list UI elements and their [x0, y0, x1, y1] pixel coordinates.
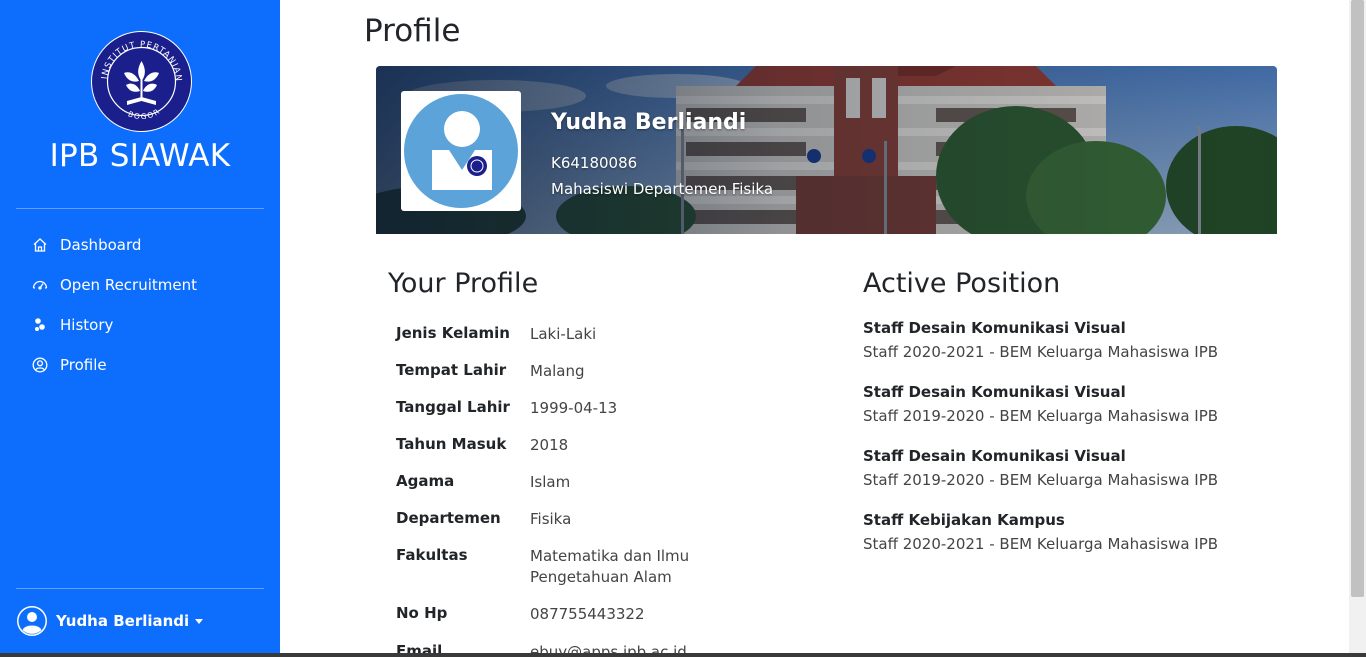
- user-menu-toggle[interactable]: Yudha Berliandi: [16, 605, 204, 637]
- field-value: 087755443322: [530, 605, 645, 623]
- sidebar-item-profile[interactable]: Profile: [16, 345, 264, 385]
- field-value: Fisika: [530, 510, 572, 528]
- field-label: Agama: [396, 472, 455, 490]
- page-title: Profile: [364, 13, 461, 49]
- position-title: Staff Desain Komunikasi Visual: [863, 319, 1126, 337]
- list-item: Staff Desain Komunikasi Visual Staff 201…: [863, 446, 1263, 490]
- app-brand: IPB SIAWAK: [49, 138, 231, 174]
- sidebar-divider: [16, 588, 264, 589]
- sidebar-item-history[interactable]: History: [16, 305, 264, 345]
- sidebar-item-label: Dashboard: [60, 236, 142, 254]
- position-title: Staff Desain Komunikasi Visual: [863, 383, 1126, 401]
- field-label: No Hp: [396, 604, 448, 622]
- page-scrollbar[interactable]: [1349, 0, 1366, 657]
- position-subtitle: Staff 2020-2021 - BEM Keluarga Mahasiswa…: [863, 535, 1219, 553]
- sidebar-item-label: Profile: [60, 356, 107, 374]
- field-value: 2018: [530, 436, 569, 454]
- field-label: Jenis Kelamin: [396, 324, 510, 342]
- position-subtitle: Staff 2019-2020 - BEM Keluarga Mahasiswa…: [863, 407, 1219, 425]
- sidebar-nav: Dashboard Open Recruitment History Profi…: [16, 225, 264, 385]
- user-avatar-icon: [17, 606, 47, 636]
- profile-photo: [401, 91, 521, 211]
- sidebar-item-label: Open Recruitment: [60, 276, 198, 294]
- position-title: Staff Desain Komunikasi Visual: [863, 447, 1126, 465]
- field-value: Islam: [530, 473, 571, 491]
- sidebar: INSTITUT PERTANIAN BOGOR IPB SIAWAK Dash…: [0, 0, 280, 657]
- field-value: 1999-04-13: [530, 399, 618, 417]
- banner-department: Mahasiswi Departemen Fisika: [551, 180, 774, 198]
- position-subtitle: Staff 2020-2021 - BEM Keluarga Mahasiswa…: [863, 343, 1219, 361]
- list-item: Staff Desain Komunikasi Visual Staff 201…: [863, 382, 1263, 426]
- active-position-heading: Active Position: [863, 268, 1061, 299]
- sidebar-divider: [16, 208, 264, 209]
- field-label: Tahun Masuk: [396, 435, 507, 453]
- field-value: Malang: [530, 362, 585, 380]
- field-label: Fakultas: [396, 546, 468, 564]
- list-item: Staff Kebijakan Kampus Staff 2020-2021 -…: [863, 510, 1263, 554]
- sidebar-item-label: History: [60, 316, 114, 334]
- banner-user-name: Yudha Berliandi: [551, 110, 747, 135]
- person-circle-icon: [32, 357, 48, 373]
- your-profile-heading: Your Profile: [388, 268, 539, 299]
- scrollbar-thumb[interactable]: [1351, 0, 1364, 597]
- speedometer-icon: [32, 280, 48, 290]
- field-value: Matematika dan Ilmu Pengetahuan Alam: [530, 547, 690, 586]
- sidebar-item-open-recruitment[interactable]: Open Recruitment: [16, 265, 264, 305]
- ipb-logo: INSTITUT PERTANIAN BOGOR: [91, 31, 192, 132]
- field-label: Tanggal Lahir: [396, 398, 510, 416]
- field-label: Departemen: [396, 509, 501, 527]
- chevron-down-icon: [195, 618, 204, 624]
- user-avatar-icon: [404, 94, 518, 208]
- position-title: Staff Kebijakan Kampus: [863, 511, 1065, 529]
- home-icon: [33, 238, 47, 252]
- banner-student-id: K64180086: [551, 154, 638, 172]
- sidebar-item-dashboard[interactable]: Dashboard: [16, 225, 264, 265]
- field-value: Laki-Laki: [530, 325, 597, 343]
- history-icon: [35, 318, 45, 331]
- list-item: Staff Desain Komunikasi Visual Staff 202…: [863, 318, 1263, 362]
- field-label: Tempat Lahir: [396, 361, 507, 379]
- position-subtitle: Staff 2019-2020 - BEM Keluarga Mahasiswa…: [863, 471, 1219, 489]
- window-bottom-edge: [0, 653, 1366, 657]
- user-name: Yudha Berliandi: [56, 612, 190, 630]
